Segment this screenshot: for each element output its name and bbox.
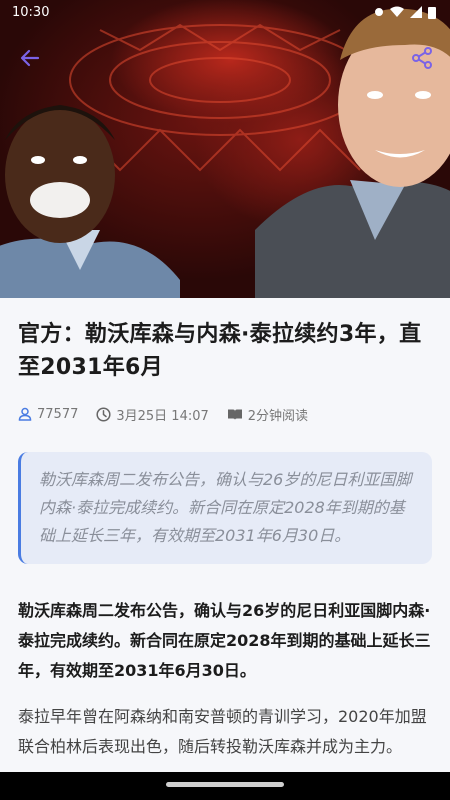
hero-image: 10:30 bbox=[0, 0, 450, 298]
article-content: 官方：勒沃库森与内森·泰拉续约3年，直至2031年6月 77577 3月25日 … bbox=[0, 298, 450, 800]
date-text: 3月25日 14:07 bbox=[116, 408, 209, 424]
home-indicator[interactable] bbox=[166, 782, 284, 787]
battery-icon bbox=[428, 6, 436, 19]
publish-date: 3月25日 14:07 bbox=[96, 405, 209, 424]
article-paragraph-lead: 勒沃库森周二发布公告，确认与26岁的尼日利亚国脚内森·泰拉完成续约。新合同在原定… bbox=[18, 601, 431, 680]
clock-icon bbox=[96, 406, 111, 422]
article-title: 官方：勒沃库森与内森·泰拉续约3年，直至2031年6月 bbox=[18, 322, 422, 380]
read-time-text: 2分钟阅读 bbox=[247, 408, 309, 424]
article-summary: 勒沃库森周二发布公告，确认与26岁的尼日利亚国脚内森·泰拉完成续约。新合同在原定… bbox=[18, 452, 432, 564]
notification-dot-icon bbox=[375, 8, 383, 16]
read-time: 2分钟阅读 bbox=[227, 405, 308, 424]
player-left-figure bbox=[0, 105, 180, 298]
views-count: 77577 bbox=[18, 407, 78, 422]
back-button[interactable] bbox=[14, 42, 46, 74]
share-icon bbox=[412, 47, 432, 69]
status-bar: 10:30 bbox=[0, 0, 450, 24]
book-icon bbox=[227, 409, 242, 420]
back-arrow-icon bbox=[20, 49, 40, 67]
person-icon bbox=[18, 407, 32, 421]
wifi-icon bbox=[390, 6, 404, 17]
views-text: 77577 bbox=[37, 406, 79, 422]
navigation-bar bbox=[0, 772, 450, 800]
status-icons bbox=[374, 6, 436, 19]
signal-icon bbox=[410, 6, 422, 18]
status-time: 10:30 bbox=[12, 4, 50, 20]
share-button[interactable] bbox=[406, 42, 438, 74]
article-paragraph: 泰拉早年曾在阿森纳和南安普顿的青训学习，2020年加盟联合柏林后表现出色，随后转… bbox=[18, 707, 427, 756]
article-meta: 77577 3月25日 14:07 2分钟阅读 bbox=[18, 404, 432, 424]
